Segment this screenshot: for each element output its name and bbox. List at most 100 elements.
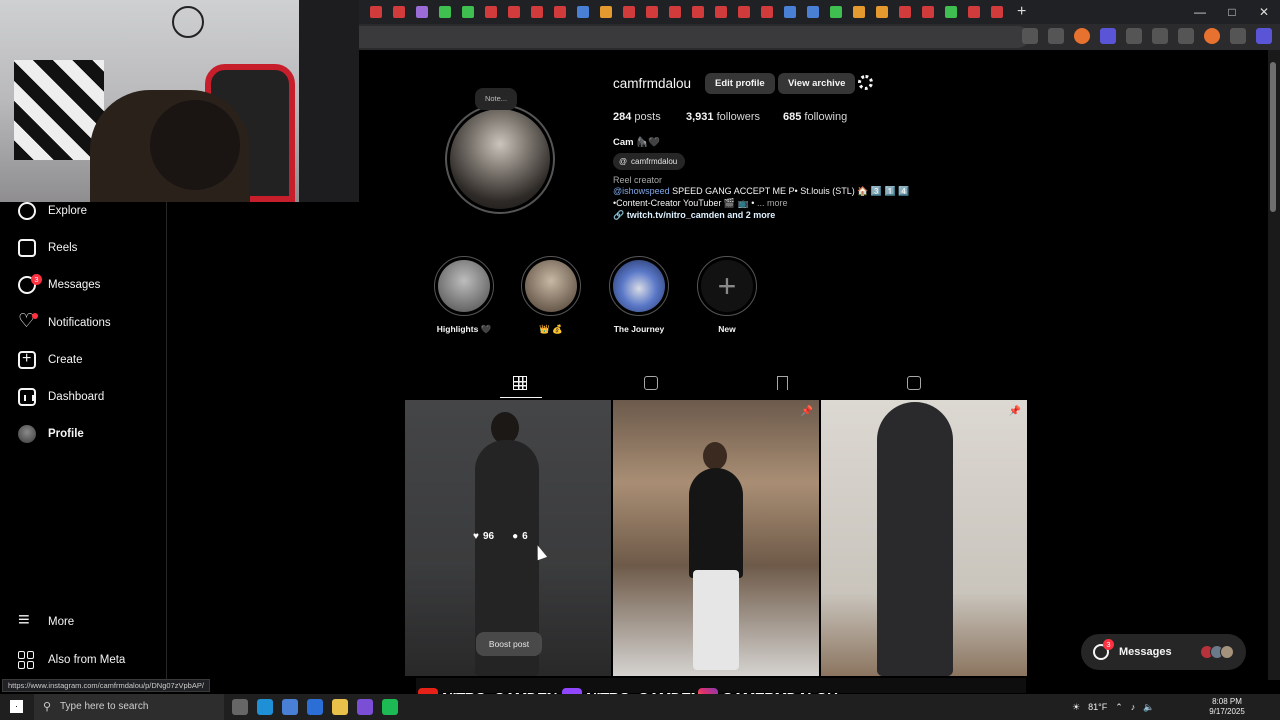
tab-favicon[interactable] xyxy=(738,6,750,18)
weather-temp[interactable]: 81°F xyxy=(1088,702,1107,712)
file-explorer-icon[interactable] xyxy=(332,699,348,715)
tab-favicon[interactable] xyxy=(830,6,842,18)
maximize-button[interactable]: □ xyxy=(1216,0,1248,24)
tab-favicon[interactable] xyxy=(416,6,428,18)
app-icon[interactable] xyxy=(282,699,298,715)
tab-favicon[interactable] xyxy=(439,6,451,18)
threads-badge[interactable]: camfrmdalou xyxy=(613,153,686,170)
tab-favicon[interactable] xyxy=(554,6,566,18)
tab-favicon[interactable] xyxy=(945,6,957,18)
followers-link[interactable]: 3,931 followers xyxy=(686,111,760,123)
tab-favicon[interactable] xyxy=(370,6,382,18)
browser-toolbar xyxy=(359,24,1280,50)
highlight-item[interactable]: Highlights 🖤 xyxy=(434,256,494,335)
taskbar-clock[interactable]: 8:08 PM 9/17/2025 xyxy=(1202,697,1252,717)
favorite-star-icon[interactable] xyxy=(1048,28,1064,44)
sidebar-item-also-from-meta[interactable]: Also from Meta xyxy=(18,648,125,672)
tab-favicon[interactable] xyxy=(922,6,934,18)
sidebar-item-messages[interactable]: 3 Messages xyxy=(18,273,100,297)
windows-start-icon[interactable] xyxy=(10,700,23,713)
new-tab-button[interactable]: + xyxy=(1017,3,1026,21)
bio-mention-link[interactable]: @ishowspeed xyxy=(613,186,670,196)
boost-post-button[interactable]: Boost post xyxy=(476,632,542,656)
tab-favicon[interactable] xyxy=(508,6,520,18)
view-archive-button[interactable]: View archive xyxy=(778,73,856,94)
post-tile[interactable]: 96 6 Boost post xyxy=(405,400,611,676)
tab-favicon[interactable] xyxy=(876,6,888,18)
microphone-icon[interactable]: ♪ xyxy=(1131,702,1136,712)
tab-favicon[interactable] xyxy=(692,6,704,18)
tab-favicon[interactable] xyxy=(531,6,543,18)
recent-chat-avatars xyxy=(1200,645,1234,659)
tab-favicon[interactable] xyxy=(485,6,497,18)
tab-favicon[interactable] xyxy=(462,6,474,18)
extension-icon[interactable] xyxy=(1126,28,1142,44)
bio-line: •Content-Creator YouTuber 🎬 📺 • ... more xyxy=(613,198,788,208)
sidebar-item-notifications[interactable]: Notifications xyxy=(18,311,111,335)
favorites-icon[interactable] xyxy=(1178,28,1194,44)
chevron-up-icon[interactable]: ⌃ xyxy=(1115,702,1123,713)
notification-dot xyxy=(32,313,38,319)
close-window-button[interactable]: ✕ xyxy=(1248,0,1280,24)
reader-icon[interactable] xyxy=(1022,28,1038,44)
scrollbar-thumb[interactable] xyxy=(1270,62,1276,212)
bio-more-link[interactable]: ... more xyxy=(754,198,788,208)
sidebar-item-profile[interactable]: Profile xyxy=(18,422,84,446)
menu-dots-icon[interactable] xyxy=(1230,28,1246,44)
tab-favicon[interactable] xyxy=(393,6,405,18)
tab-favicon[interactable] xyxy=(646,6,658,18)
tab-favicon[interactable] xyxy=(807,6,819,18)
taskbar-search-box[interactable]: Type here to search xyxy=(34,694,224,720)
browser-tab-strip: + — □ ✕ xyxy=(359,0,1280,24)
bio-external-link[interactable]: 🔗 twitch.tv/nitro_camden and 2 more xyxy=(613,210,775,221)
post-tile[interactable]: 📌 xyxy=(821,400,1027,676)
tab-posts-grid-icon[interactable] xyxy=(513,376,527,390)
sidebar-item-reels[interactable]: Reels xyxy=(18,236,77,260)
speaker-icon[interactable]: 🔈 xyxy=(1143,702,1154,713)
tab-favicon[interactable] xyxy=(715,6,727,18)
browser-profile-avatar[interactable] xyxy=(1204,28,1220,44)
pin-icon: 📌 xyxy=(800,406,813,417)
twitch-extension-icon[interactable] xyxy=(1100,28,1116,44)
weather-icon[interactable]: ☀ xyxy=(1072,702,1080,713)
profile-avatar-button[interactable] xyxy=(445,104,555,214)
tab-favicon[interactable] xyxy=(761,6,773,18)
sidebar-item-explore[interactable]: Explore xyxy=(18,199,87,223)
avatar xyxy=(1220,645,1234,659)
tab-favicon[interactable] xyxy=(853,6,865,18)
tab-tagged-icon[interactable] xyxy=(907,376,921,390)
minimize-button[interactable]: — xyxy=(1184,0,1216,24)
task-view-icon[interactable] xyxy=(232,699,248,715)
tab-favicon[interactable] xyxy=(600,6,612,18)
sidebar-item-create[interactable]: Create xyxy=(18,348,83,372)
outlook-icon[interactable] xyxy=(307,699,323,715)
extension-icon[interactable] xyxy=(1074,28,1090,44)
new-highlight-button[interactable]: + New xyxy=(697,256,757,334)
copilot-icon[interactable] xyxy=(1256,28,1272,44)
tab-favicon[interactable] xyxy=(899,6,911,18)
sidebar-item-more[interactable]: More xyxy=(18,610,74,634)
edge-icon[interactable] xyxy=(257,699,273,715)
spotify-icon[interactable] xyxy=(382,699,398,715)
gear-icon[interactable] xyxy=(858,75,873,90)
tab-favicon[interactable] xyxy=(669,6,681,18)
tab-favicon[interactable] xyxy=(623,6,635,18)
highlight-item[interactable]: The Journey xyxy=(609,256,669,334)
tab-reels-icon[interactable] xyxy=(644,376,658,390)
plus-icon xyxy=(18,350,36,369)
extensions-puzzle-icon[interactable] xyxy=(1152,28,1168,44)
note-bubble[interactable]: Note... xyxy=(475,88,517,110)
tab-favicon[interactable] xyxy=(991,6,1003,18)
tab-favicon[interactable] xyxy=(784,6,796,18)
following-link[interactable]: 685 following xyxy=(783,111,847,123)
tab-favicon[interactable] xyxy=(577,6,589,18)
post-tile[interactable]: 📌 xyxy=(613,400,819,676)
tab-favicon[interactable] xyxy=(968,6,980,18)
highlight-item[interactable]: 👑 💰 xyxy=(521,256,581,335)
edit-profile-button[interactable]: Edit profile xyxy=(705,73,775,94)
app-icon[interactable] xyxy=(357,699,373,715)
address-bar[interactable] xyxy=(359,26,1029,48)
floating-messages-button[interactable]: 3 Messages xyxy=(1081,634,1246,670)
sidebar-item-dashboard[interactable]: Dashboard xyxy=(18,385,104,409)
tab-saved-bookmark-icon[interactable] xyxy=(777,376,788,390)
